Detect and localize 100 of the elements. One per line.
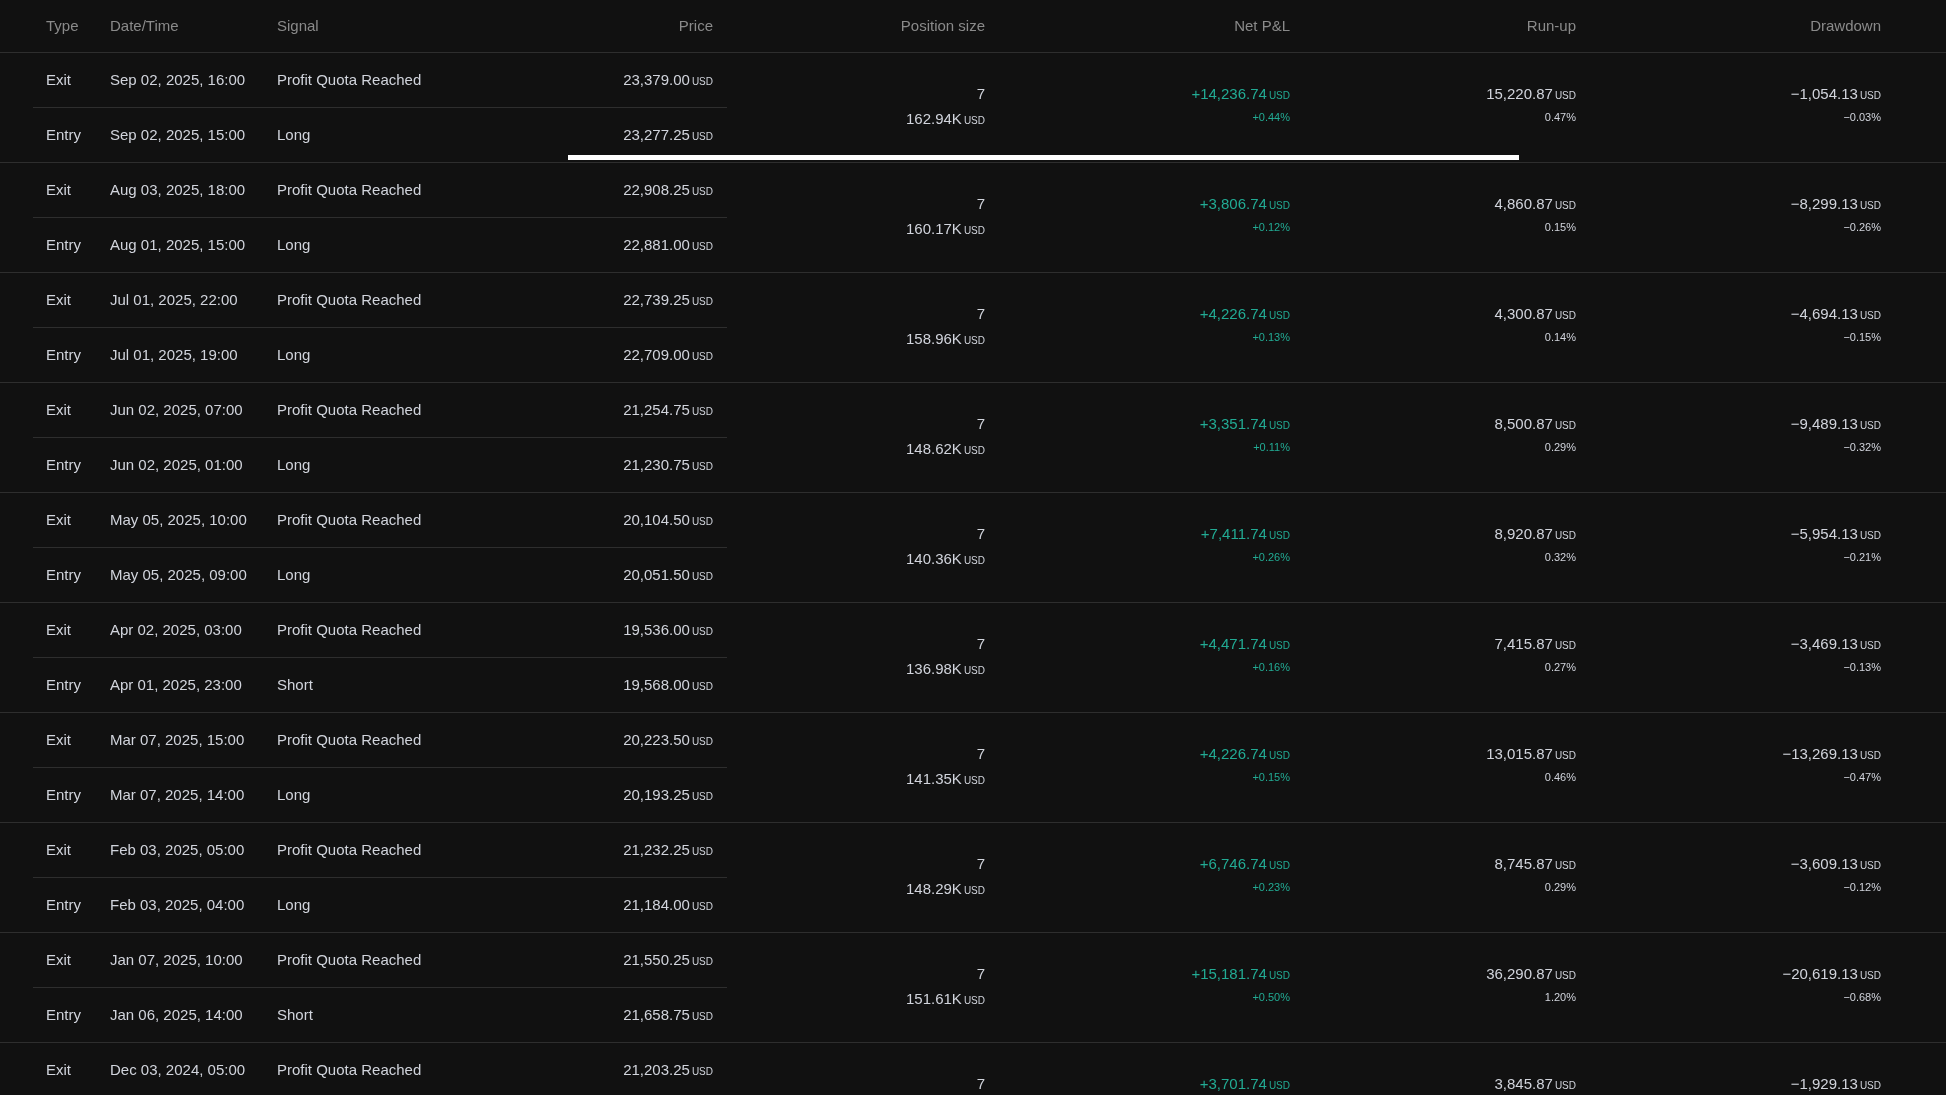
amount-text: +4,226.74 <box>1199 745 1267 763</box>
currency-label: USD <box>691 349 713 364</box>
price-text: 20,104.50 <box>623 509 690 530</box>
amount-text: 8,745.87 <box>1494 855 1553 873</box>
datetime-text: Mar 07, 2025, 15:00 <box>110 729 246 750</box>
datetime-text: Jun 02, 2025, 07:00 <box>110 399 244 420</box>
datetime-text: Apr 01, 2025, 23:00 <box>110 674 243 695</box>
currency-label: USD <box>691 624 713 639</box>
type-text: Exit <box>46 69 72 90</box>
percent-text: +0.12% <box>1252 220 1290 234</box>
price-text: 19,536.00 <box>623 619 690 640</box>
amount-text: 151.61K <box>906 990 962 1008</box>
quantity-text: 7 <box>976 1075 985 1093</box>
amount-text: 160.17K <box>906 220 962 238</box>
currency-label: USD <box>1859 749 1881 763</box>
amount-text: 4,860.87 <box>1494 195 1553 213</box>
amount-text: 15,220.87 <box>1486 85 1553 103</box>
amount-text: 4,300.87 <box>1494 305 1553 323</box>
amount-text: +7,411.74 <box>1200 525 1267 543</box>
quantity-text: 7 <box>976 195 985 213</box>
amount-text: 162.94K <box>906 110 962 128</box>
price-text: 20,193.25 <box>623 784 690 805</box>
datetime-text: May 05, 2025, 09:00 <box>110 564 248 585</box>
amount-text: +6,746.74 <box>1199 855 1267 873</box>
type-text: Exit <box>46 1060 72 1081</box>
currency-label: USD <box>691 129 713 144</box>
column-header: Drawdown <box>1810 15 1881 36</box>
signal-text: Profit Quota Reached <box>277 509 423 530</box>
signal-text: Long <box>277 124 312 145</box>
currency-label: USD <box>1268 969 1290 983</box>
quantity-text: 7 <box>976 855 985 873</box>
percent-text: +0.44% <box>1252 110 1290 124</box>
amount-text: −13,269.13 <box>1782 745 1858 763</box>
signal-text: Profit Quota Reached <box>277 399 423 420</box>
currency-label: USD <box>1268 1079 1290 1093</box>
currency-label: USD <box>1859 309 1881 323</box>
signal-text: Profit Quota Reached <box>277 839 423 860</box>
percent-text: 0.32% <box>1544 550 1576 564</box>
type-text: Exit <box>46 839 72 860</box>
percent-text: +0.15% <box>1252 770 1290 784</box>
amount-text: 3,845.87 <box>1494 1075 1553 1093</box>
currency-label: USD <box>691 679 713 694</box>
type-text: Entry <box>46 234 82 255</box>
price-text: 20,223.50 <box>623 729 690 750</box>
currency-label: USD <box>963 224 985 238</box>
currency-label: USD <box>963 334 985 348</box>
amount-text: +3,806.74 <box>1199 195 1267 213</box>
currency-label: USD <box>1554 1079 1576 1093</box>
amount-text: −3,609.13 <box>1790 855 1858 873</box>
type-text: Entry <box>46 1004 82 1025</box>
amount-text: 141.35K <box>906 770 962 788</box>
currency-label: USD <box>1859 89 1881 103</box>
currency-label: USD <box>1554 529 1576 543</box>
currency-label: USD <box>1859 419 1881 433</box>
percent-text: 0.14% <box>1544 330 1576 344</box>
datetime-text: Dec 03, 2024, 05:00 <box>110 1060 247 1081</box>
signal-text: Long <box>277 454 312 475</box>
type-text: Entry <box>46 894 82 915</box>
column-header: Net P&L <box>1234 15 1290 36</box>
currency-label: USD <box>691 514 713 529</box>
amount-text: −1,054.13 <box>1790 85 1858 103</box>
percent-text: +0.11% <box>1253 440 1290 454</box>
currency-label: USD <box>1554 639 1576 653</box>
amount-text: 8,920.87 <box>1494 525 1553 543</box>
currency-label: USD <box>1859 639 1881 653</box>
datetime-text: Aug 01, 2025, 15:00 <box>110 234 247 255</box>
price-text: 21,550.25 <box>623 949 690 970</box>
price-text: 21,230.75 <box>623 454 690 475</box>
column-header: Signal <box>277 15 320 36</box>
signal-text: Long <box>277 564 312 585</box>
currency-label: USD <box>691 734 713 749</box>
amount-text: −4,694.13 <box>1790 305 1858 323</box>
currency-label: USD <box>691 294 713 309</box>
currency-label: USD <box>691 239 713 254</box>
percent-text: −0.32% <box>1843 440 1881 454</box>
amount-text: 148.62K <box>906 440 962 458</box>
percent-text: −0.68% <box>1843 990 1881 1004</box>
percent-text: −0.13% <box>1843 660 1881 674</box>
currency-label: USD <box>691 459 713 474</box>
percent-text: 0.29% <box>1544 440 1576 454</box>
amount-text: −9,489.13 <box>1790 415 1858 433</box>
currency-label: USD <box>1859 969 1881 983</box>
percent-text: −0.26% <box>1843 220 1881 234</box>
amount-text: 13,015.87 <box>1486 745 1553 763</box>
currency-label: USD <box>1554 199 1576 213</box>
price-text: 22,709.00 <box>623 344 690 365</box>
currency-label: USD <box>691 569 713 584</box>
column-header: Position size <box>900 15 985 36</box>
signal-text: Short <box>277 674 314 695</box>
signal-text: Profit Quota Reached <box>277 729 423 750</box>
currency-label: USD <box>963 994 985 1008</box>
signal-text: Long <box>277 894 312 915</box>
datetime-text: Feb 03, 2025, 04:00 <box>110 894 246 915</box>
currency-label: USD <box>1268 859 1290 873</box>
currency-label: USD <box>963 444 985 458</box>
amount-text: +15,181.74 <box>1191 965 1267 983</box>
currency-label: USD <box>691 184 713 199</box>
amount-text: 136.98K <box>906 660 962 678</box>
signal-text: Profit Quota Reached <box>277 1060 423 1081</box>
currency-label: USD <box>691 74 713 89</box>
